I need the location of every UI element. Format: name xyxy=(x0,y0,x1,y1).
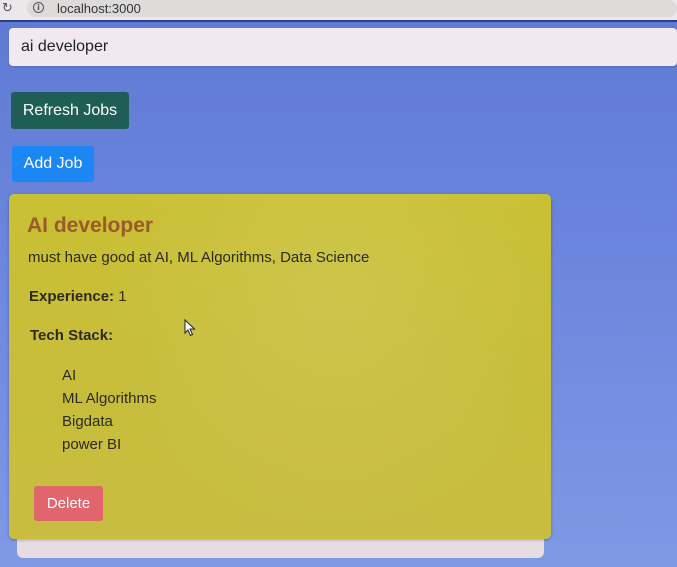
refresh-jobs-button[interactable]: Refresh Jobs xyxy=(11,92,129,129)
delete-job-button[interactable]: Delete xyxy=(34,486,103,521)
job-card: AI developer must have good at AI, ML Al… xyxy=(9,194,551,539)
tech-stack-label: Tech Stack: xyxy=(30,327,114,344)
browser-address-bar: ↻ i localhost:3000 xyxy=(0,0,677,22)
job-title: AI developer xyxy=(27,214,154,237)
job-description: must have good at AI, ML Algorithms, Dat… xyxy=(28,249,370,266)
mouse-cursor-icon xyxy=(184,319,196,337)
experience-line: Experience: 1 xyxy=(29,288,127,305)
experience-value: 1 xyxy=(118,288,127,305)
reload-icon[interactable]: ↻ xyxy=(2,1,13,17)
url-text[interactable]: localhost:3000 xyxy=(57,1,141,16)
url-field[interactable]: i localhost:3000 xyxy=(27,0,677,17)
tech-stack-item: power BI xyxy=(62,436,122,453)
tech-stack-list: AI ML Algorithms Bigdata power BI xyxy=(62,364,156,456)
experience-label: Experience: xyxy=(29,288,115,305)
tech-stack-item: ML Algorithms xyxy=(62,390,157,407)
tech-stack-item: Bigdata xyxy=(62,413,113,430)
search-input[interactable] xyxy=(9,28,677,66)
tech-stack-item: AI xyxy=(62,367,77,384)
add-job-button[interactable]: Add Job xyxy=(12,146,94,182)
info-icon[interactable]: i xyxy=(33,2,44,13)
